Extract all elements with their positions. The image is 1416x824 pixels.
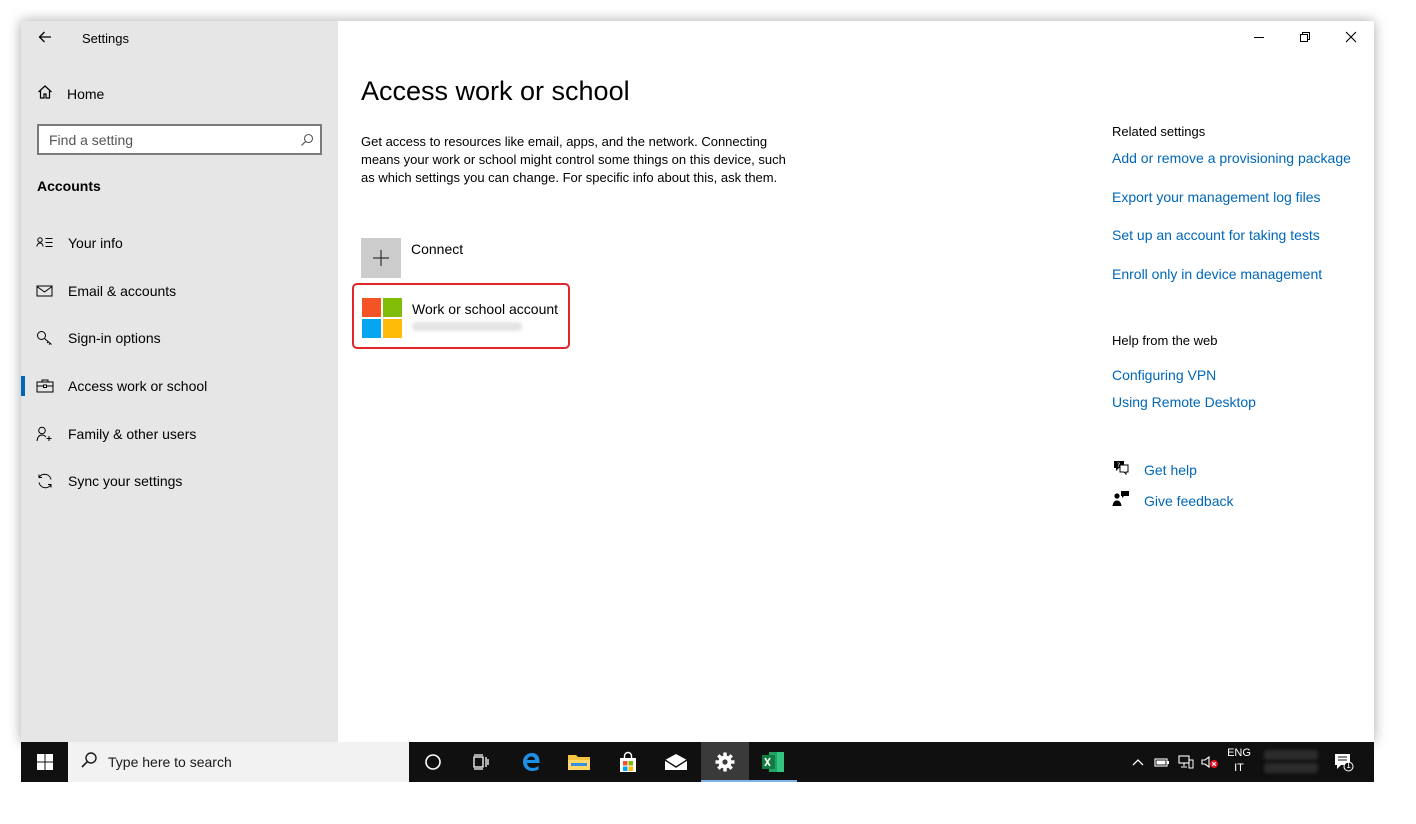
battery-tray-button[interactable]: [1152, 742, 1172, 782]
microsoft-logo-icon: [362, 298, 402, 338]
home-icon: [37, 84, 53, 105]
sidebar-item-label: Your info: [68, 235, 123, 251]
configuring-vpn-link[interactable]: Configuring VPN: [1112, 367, 1216, 383]
connect-button[interactable]: Connect: [361, 238, 463, 278]
taskbar-search-placeholder: Type here to search: [108, 754, 232, 770]
envelope-icon: [36, 283, 54, 299]
search-icon: [80, 751, 98, 774]
help-web-header: Help from the web: [1112, 333, 1218, 348]
cortana-icon: [425, 754, 441, 770]
person-add-icon: [36, 426, 54, 442]
close-button[interactable]: [1328, 21, 1374, 53]
sidebar-item-label: Access work or school: [68, 378, 208, 394]
show-hidden-icons-button[interactable]: [1129, 742, 1147, 782]
folder-icon: [568, 755, 590, 770]
sidebar-item-family-users[interactable]: Family & other users: [21, 414, 338, 454]
sync-icon: [36, 473, 54, 489]
active-app-underline: [701, 780, 749, 782]
briefcase-icon: [36, 378, 54, 394]
help-chat-icon: ?: [1112, 459, 1130, 480]
sidebar-item-label: Family & other users: [68, 426, 197, 442]
chevron-up-icon: [1132, 759, 1144, 766]
active-indicator: [21, 376, 25, 396]
enroll-device-link[interactable]: Enroll only in device management: [1112, 266, 1322, 282]
sidebar-item-your-info[interactable]: Your info: [21, 223, 338, 263]
restore-button[interactable]: [1282, 21, 1328, 53]
sidebar-item-sign-in-options[interactable]: Sign-in options: [21, 318, 338, 358]
person-list-icon: [36, 235, 54, 251]
feedback-person-icon: [1112, 490, 1130, 511]
cortana-button[interactable]: [409, 742, 457, 782]
volume-tray-button[interactable]: [1199, 742, 1221, 782]
keyboard-layout-code: IT: [1234, 762, 1244, 774]
home-label: Home: [67, 86, 105, 102]
excel-button[interactable]: [749, 742, 797, 782]
settings-window: Settings Home Accounts Your info Email: [21, 21, 1374, 742]
volume-muted-icon: [1201, 755, 1218, 769]
svg-text:?: ?: [1117, 462, 1120, 469]
edge-button[interactable]: [507, 742, 555, 782]
find-setting-input[interactable]: [49, 131, 289, 148]
window-controls: [1236, 21, 1374, 53]
sidebar-item-label: Sync your settings: [68, 473, 183, 489]
battery-icon: [1154, 758, 1169, 767]
minimize-button[interactable]: [1236, 21, 1282, 53]
search-icon[interactable]: [300, 133, 314, 152]
task-view-button[interactable]: [457, 742, 505, 782]
plus-icon: [361, 238, 401, 278]
start-button[interactable]: [21, 742, 68, 782]
export-log-link[interactable]: Export your management log files: [1112, 189, 1321, 205]
work-school-account-item[interactable]: Work or school account: [352, 283, 570, 349]
running-app-underline: [749, 780, 797, 782]
redacted-clock[interactable]: [1264, 748, 1318, 776]
get-help-label: Get help: [1144, 461, 1197, 478]
taskbar: Type here to search ENG IT 1: [21, 742, 1374, 782]
redacted-account-email: [412, 322, 522, 331]
account-label: Work or school account: [412, 301, 559, 317]
notification-count: 1: [1346, 761, 1352, 770]
give-feedback-link[interactable]: Give feedback: [1112, 490, 1234, 511]
get-help-link[interactable]: ? Get help: [1112, 459, 1197, 480]
action-center-button[interactable]: 1: [1329, 742, 1359, 782]
key-icon: [36, 330, 54, 346]
sidebar-item-email-accounts[interactable]: Email & accounts: [21, 271, 338, 311]
provisioning-package-link[interactable]: Add or remove a provisioning package: [1112, 150, 1351, 166]
mail-icon: [664, 754, 688, 770]
page-title: Access work or school: [361, 76, 630, 106]
back-arrow-icon[interactable]: [37, 29, 53, 45]
find-setting-box[interactable]: [37, 124, 322, 155]
gear-icon: [715, 752, 735, 772]
sidebar-item-label: Email & accounts: [68, 283, 177, 299]
edge-icon: [523, 753, 540, 771]
home-nav-item[interactable]: Home: [37, 83, 104, 105]
store-button[interactable]: [604, 742, 652, 782]
file-explorer-button[interactable]: [555, 742, 603, 782]
sidebar: Settings Home Accounts Your info Email: [21, 21, 338, 742]
window-title: Settings: [82, 31, 129, 46]
main-content: Access work or school Get access to reso…: [338, 21, 1374, 742]
sidebar-item-sync-settings[interactable]: Sync your settings: [21, 461, 338, 501]
connect-label: Connect: [411, 241, 464, 257]
mail-button[interactable]: [652, 742, 700, 782]
task-view-icon: [473, 754, 489, 770]
test-account-link[interactable]: Set up an account for taking tests: [1112, 227, 1320, 243]
give-feedback-label: Give feedback: [1144, 492, 1234, 509]
network-icon: [1178, 755, 1194, 769]
excel-icon: [762, 752, 784, 772]
input-language-indicator[interactable]: ENG IT: [1224, 746, 1254, 776]
settings-taskbar-button[interactable]: [701, 742, 749, 782]
sidebar-item-label: Sign-in options: [68, 330, 161, 346]
page-description: Get access to resources like email, apps…: [361, 134, 786, 185]
windows-logo-icon: [36, 754, 53, 770]
remote-desktop-link[interactable]: Using Remote Desktop: [1112, 394, 1256, 410]
accounts-section-title: Accounts: [37, 178, 101, 194]
related-settings-header: Related settings: [1112, 124, 1206, 139]
network-tray-button[interactable]: [1176, 742, 1196, 782]
taskbar-search-box[interactable]: Type here to search: [68, 742, 409, 782]
language-code: ENG: [1227, 747, 1251, 759]
store-bag-icon: [620, 751, 636, 772]
sidebar-item-access-work-school[interactable]: Access work or school: [21, 366, 338, 406]
